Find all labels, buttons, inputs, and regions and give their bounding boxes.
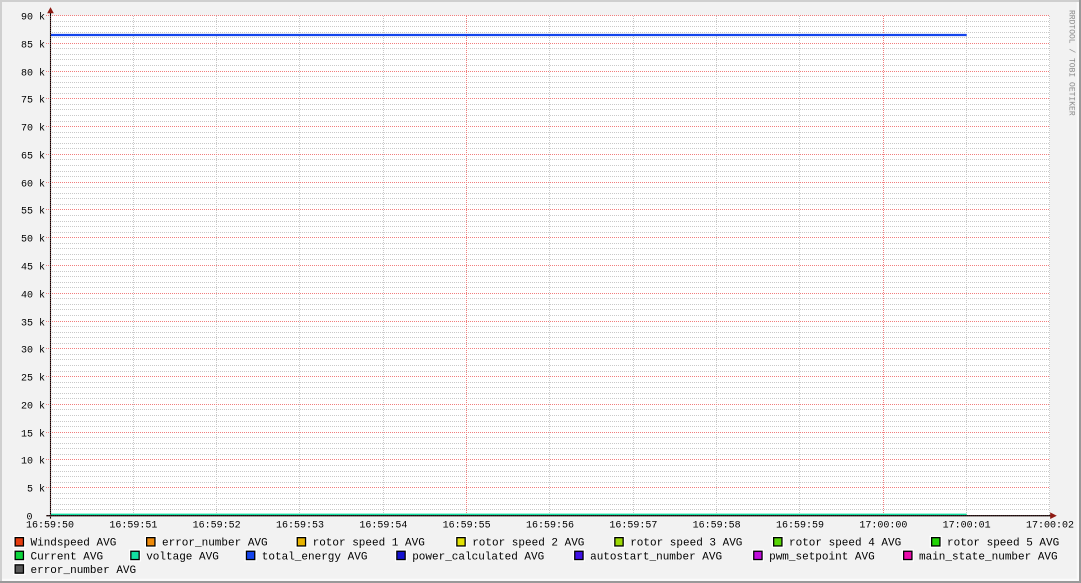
svg-text:16:59:52: 16:59:52 xyxy=(193,520,241,531)
svg-text:70 k: 70 k xyxy=(21,123,45,135)
svg-text:10 k: 10 k xyxy=(21,456,45,468)
svg-text:30 k: 30 k xyxy=(21,345,45,357)
svg-text:rotor speed 4 AVG: rotor speed 4 AVG xyxy=(789,538,901,550)
svg-text:75 k: 75 k xyxy=(21,95,45,107)
svg-text:rotor speed 3 AVG: rotor speed 3 AVG xyxy=(630,538,742,550)
svg-text:40 k: 40 k xyxy=(21,290,45,302)
svg-text:55 k: 55 k xyxy=(21,206,45,218)
svg-text:16:59:55: 16:59:55 xyxy=(443,520,491,531)
svg-text:autostart_number AVG: autostart_number AVG xyxy=(590,551,722,563)
svg-text:16:59:51: 16:59:51 xyxy=(109,520,157,531)
svg-text:rotor speed 1 AVG: rotor speed 1 AVG xyxy=(313,538,425,550)
svg-text:25 k: 25 k xyxy=(21,373,45,385)
svg-text:35 k: 35 k xyxy=(21,318,45,330)
svg-text:pwm_setpoint AVG: pwm_setpoint AVG xyxy=(769,551,875,563)
svg-text:16:59:54: 16:59:54 xyxy=(359,520,407,531)
svg-text:16:59:56: 16:59:56 xyxy=(526,520,574,531)
svg-text:total_energy AVG: total_energy AVG xyxy=(262,551,368,563)
svg-text:16:59:58: 16:59:58 xyxy=(693,520,741,531)
svg-text:5 k: 5 k xyxy=(27,484,45,496)
svg-text:15 k: 15 k xyxy=(21,429,45,441)
svg-text:17:00:01: 17:00:01 xyxy=(943,520,991,531)
svg-text:power_calculated AVG: power_calculated AVG xyxy=(412,551,544,563)
svg-text:16:59:50: 16:59:50 xyxy=(26,520,74,531)
svg-text:16:59:53: 16:59:53 xyxy=(276,520,324,531)
svg-text:main_state_number AVG: main_state_number AVG xyxy=(919,551,1058,563)
svg-text:16:59:59: 16:59:59 xyxy=(776,520,824,531)
svg-text:rotor speed 2 AVG: rotor speed 2 AVG xyxy=(472,538,584,550)
svg-text:50 k: 50 k xyxy=(21,234,45,246)
svg-text:Windspeed AVG: Windspeed AVG xyxy=(31,538,117,550)
svg-text:45 k: 45 k xyxy=(21,262,45,274)
svg-text:Current AVG: Current AVG xyxy=(31,551,104,563)
svg-text:90 k: 90 k xyxy=(21,12,45,24)
svg-text:error_number AVG: error_number AVG xyxy=(162,538,268,550)
svg-text:16:59:57: 16:59:57 xyxy=(609,520,657,531)
svg-text:error_number AVG: error_number AVG xyxy=(31,565,137,577)
svg-text:60 k: 60 k xyxy=(21,179,45,191)
svg-text:17:00:00: 17:00:00 xyxy=(859,520,907,531)
svg-text:20 k: 20 k xyxy=(21,401,45,413)
svg-text:85 k: 85 k xyxy=(21,40,45,52)
svg-text:80 k: 80 k xyxy=(21,68,45,80)
svg-text:65 k: 65 k xyxy=(21,151,45,163)
svg-text:17:00:02: 17:00:02 xyxy=(1026,520,1074,531)
svg-text:RRDTOOL / TOBI OETIKER: RRDTOOL / TOBI OETIKER xyxy=(1067,10,1076,116)
svg-text:voltage AVG: voltage AVG xyxy=(146,551,219,563)
svg-text:rotor speed 5 AVG: rotor speed 5 AVG xyxy=(947,538,1059,550)
